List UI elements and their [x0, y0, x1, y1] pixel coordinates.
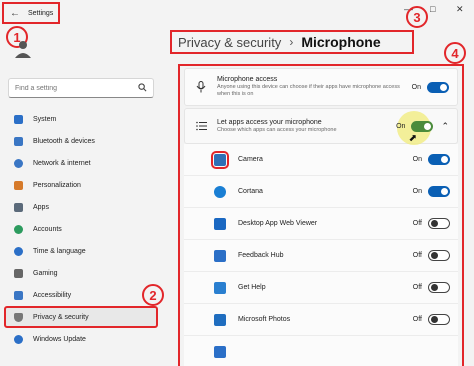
let-apps-desc: Choose which apps can access your microp… — [217, 126, 337, 133]
sidebar-item-personalization[interactable]: Personalization — [8, 174, 158, 196]
microsoft-photos-toggle[interactable] — [428, 314, 450, 325]
app-state: On — [412, 156, 422, 163]
app-name: Cortana — [238, 188, 263, 195]
user-profile[interactable] — [12, 38, 58, 60]
microphone-access-toggle[interactable] — [427, 81, 449, 93]
accounts-icon — [14, 224, 23, 234]
app-row-desktop-app-web-viewer: Desktop App Web Viewer Off — [184, 208, 458, 240]
sidebar-item-label: Bluetooth & devices — [33, 137, 95, 145]
shield-icon — [14, 312, 23, 322]
let-apps-access-card[interactable]: Let apps access your microphone Choose w… — [184, 108, 458, 145]
sidebar-item-label: Personalization — [33, 181, 81, 189]
sidebar-item-label: Accessibility — [33, 291, 72, 299]
app-icon — [214, 345, 226, 358]
app-name: Camera — [238, 156, 263, 163]
cortana-toggle[interactable] — [428, 186, 450, 197]
sidebar-item-network[interactable]: Network & internet — [8, 152, 158, 174]
app-row-partial — [184, 336, 458, 366]
sidebar-nav: System Bluetooth & devices Network & int… — [4, 108, 158, 350]
breadcrumb-parent[interactable]: Privacy & security — [178, 35, 281, 50]
sidebar-item-label: Windows Update — [33, 335, 86, 343]
app-state: Off — [412, 252, 422, 259]
breadcrumb-separator: › — [289, 35, 294, 49]
gamepad-icon — [14, 268, 23, 278]
avatar-icon — [12, 38, 34, 60]
app-state: Off — [412, 284, 422, 291]
sidebar-item-windows-update[interactable]: Windows Update — [8, 328, 158, 350]
maximize-icon[interactable]: □ — [430, 4, 435, 14]
sidebar-item-privacy-security[interactable]: Privacy & security — [4, 306, 158, 328]
accessibility-icon — [14, 290, 23, 300]
sidebar-item-label: Gaming — [33, 269, 58, 277]
apps-icon — [14, 202, 23, 212]
app-name: Get Help — [238, 284, 266, 291]
cortana-app-icon — [214, 185, 226, 198]
app-state: Off — [412, 220, 422, 227]
let-apps-toggle[interactable] — [411, 120, 434, 132]
feedback-hub-app-icon — [214, 249, 226, 262]
app-row-cortana: Cortana On — [184, 176, 458, 208]
microphone-access-desc: Anyone using this device can choose if t… — [217, 84, 400, 97]
list-icon — [189, 121, 213, 131]
brush-icon — [14, 180, 23, 190]
desktop-app-web-viewer-toggle[interactable] — [428, 218, 450, 229]
let-apps-state: On — [396, 122, 406, 130]
monitor-icon — [14, 114, 23, 124]
sidebar-item-label: System — [33, 115, 57, 123]
window-title: Settings — [28, 9, 54, 17]
sidebar-item-label: Network & internet — [33, 159, 91, 167]
sidebar-item-gaming[interactable]: Gaming — [8, 262, 158, 284]
feedback-hub-toggle[interactable] — [428, 250, 450, 261]
app-state: On — [412, 188, 422, 195]
microphone-settings-panel: Microphone access Anyone using this devi… — [178, 64, 464, 366]
title-bar: ← Settings — □ ✕ — [0, 0, 474, 26]
profile-name — [42, 45, 58, 52]
sidebar-item-system[interactable]: System — [8, 108, 158, 130]
search-icon[interactable] — [138, 82, 147, 94]
annotation-badge-3: 3 — [406, 6, 428, 28]
close-icon[interactable]: ✕ — [456, 4, 464, 15]
microphone-access-title: Microphone access — [217, 76, 278, 83]
globe-clock-icon — [14, 246, 23, 256]
microphone-access-state: On — [411, 83, 421, 91]
sidebar-item-label: Time & language — [33, 247, 86, 255]
microphone-access-card: Microphone access Anyone using this devi… — [184, 68, 458, 106]
sidebar-item-label: Accounts — [33, 225, 62, 233]
back-arrow-icon[interactable]: ← — [10, 8, 20, 19]
chevron-up-icon[interactable]: ⌃ — [441, 121, 449, 132]
app-row-camera: Camera On — [184, 144, 458, 176]
app-name: Microsoft Photos — [238, 316, 291, 323]
photos-app-icon — [214, 313, 226, 326]
app-row-microsoft-photos: Microsoft Photos Off — [184, 304, 458, 336]
app-row-feedback-hub: Feedback Hub Off — [184, 240, 458, 272]
search-box[interactable] — [8, 78, 154, 98]
sidebar-item-apps[interactable]: Apps — [8, 196, 158, 218]
search-input[interactable] — [15, 84, 125, 92]
breadcrumb: Privacy & security › Microphone — [170, 30, 414, 54]
sidebar-item-label: Privacy & security — [33, 313, 89, 321]
sidebar-item-label: Apps — [33, 203, 49, 211]
sidebar-item-accessibility[interactable]: Accessibility — [8, 284, 158, 306]
sidebar-item-time-language[interactable]: Time & language — [8, 240, 158, 262]
get-help-app-icon — [214, 281, 226, 294]
network-icon — [14, 158, 23, 168]
back-title-box[interactable]: ← Settings — [2, 2, 60, 24]
app-name: Desktop App Web Viewer — [238, 220, 318, 227]
app-name: Feedback Hub — [238, 252, 284, 259]
microphone-icon — [189, 81, 213, 93]
camera-app-icon — [211, 150, 229, 169]
web-viewer-app-icon — [214, 217, 226, 230]
let-apps-title: Let apps access your microphone — [217, 118, 322, 126]
sidebar-item-accounts[interactable]: Accounts — [8, 218, 158, 240]
mouse-cursor-icon: ⬈ — [408, 133, 417, 144]
annotation-badge-4: 4 — [444, 42, 466, 64]
bluetooth-icon — [14, 136, 23, 146]
app-state: Off — [412, 316, 422, 323]
update-icon — [14, 334, 23, 344]
sidebar-item-bluetooth[interactable]: Bluetooth & devices — [8, 130, 158, 152]
camera-toggle[interactable] — [428, 154, 450, 165]
get-help-toggle[interactable] — [428, 282, 450, 293]
app-row-get-help: Get Help Off — [184, 272, 458, 304]
page-title: Microphone — [301, 34, 381, 50]
